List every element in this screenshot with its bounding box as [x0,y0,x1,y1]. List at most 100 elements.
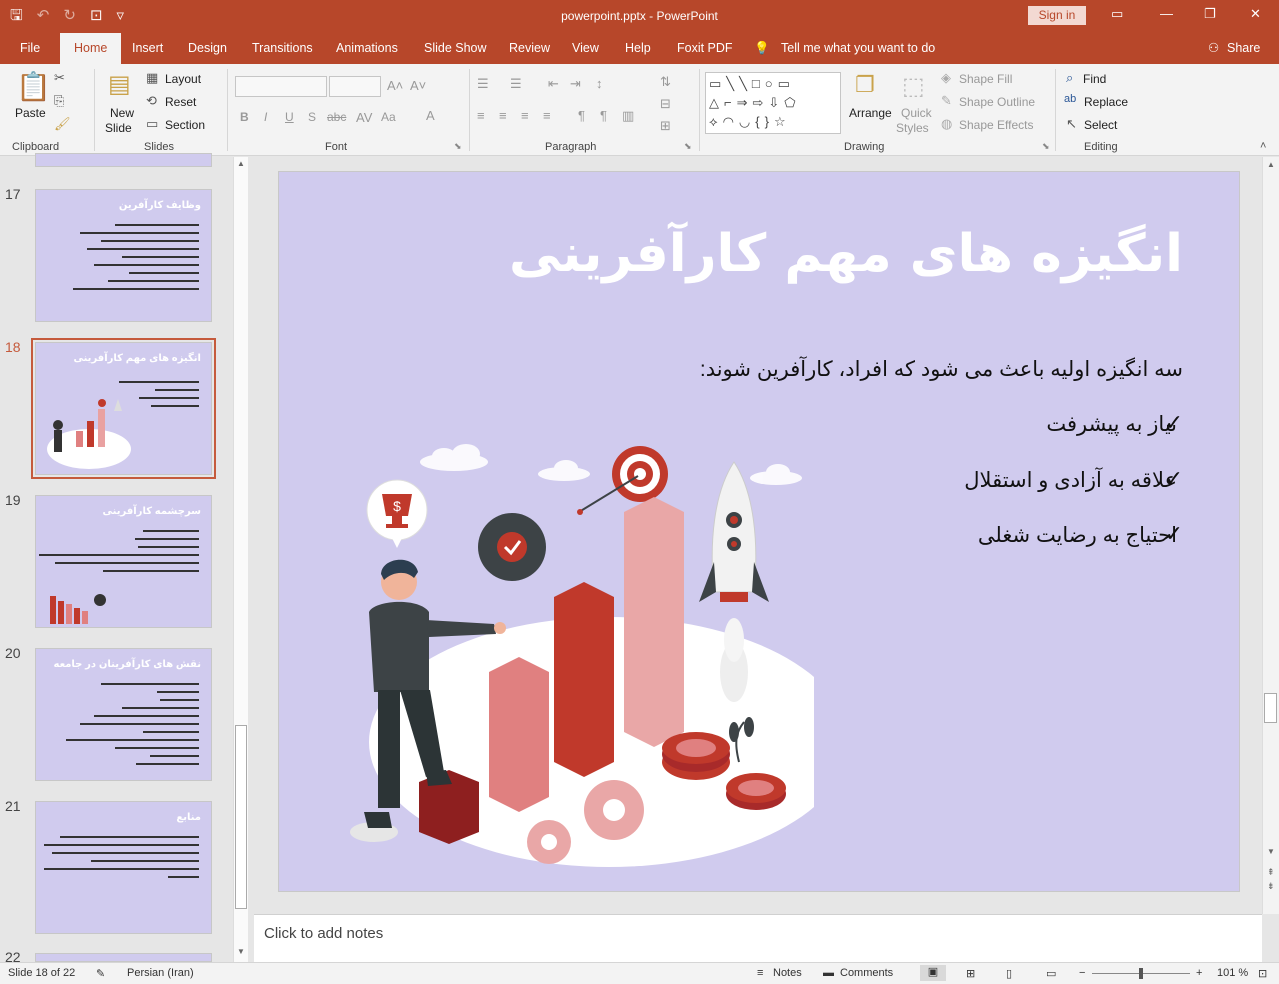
zoom-level[interactable]: 101 % [1217,967,1248,979]
bullet-item[interactable]: نیاز به پیشرفت [1046,412,1177,437]
tab-insert[interactable]: Insert [132,33,163,64]
sign-in-button[interactable]: Sign in [1028,6,1086,25]
italic-button[interactable]: I [264,110,267,124]
dialog-launcher-icon[interactable]: ⬊ [684,141,692,152]
replace-button[interactable]: Replace [1084,95,1128,109]
new-slide-label-2[interactable]: Slide [105,121,132,135]
scroll-up-icon[interactable]: ▲ [1267,160,1275,169]
tab-file[interactable]: File [20,33,40,64]
shape-effects-button[interactable]: Shape Effects [959,118,1034,132]
slide-scrollbar[interactable]: ▲ ▼ ⇞ ⇟ [1262,157,1279,914]
slideshow-icon[interactable]: ▭ [1046,967,1056,980]
underline-button[interactable]: U [285,110,294,124]
scroll-down-icon[interactable]: ▼ [1267,847,1275,856]
tab-foxit-pdf[interactable]: Foxit PDF [677,33,733,64]
zoom-slider-thumb[interactable] [1139,968,1143,979]
minimize-button[interactable]: — [1160,6,1173,21]
notes-button[interactable]: Notes [773,967,802,979]
slide-thumbnail-21[interactable]: منابع [35,801,212,934]
format-painter-icon[interactable]: 🖌 [54,116,71,132]
quick-styles-label-2[interactable]: Styles [896,121,929,135]
reading-view-icon[interactable]: ▯ [1006,967,1012,980]
zoom-out-icon[interactable]: − [1079,967,1085,979]
align-text-icon[interactable]: ⊟ [660,96,671,112]
arrange-icon[interactable]: ❐ [855,72,875,98]
zoom-in-icon[interactable]: + [1196,967,1202,979]
bold-button[interactable]: B [240,110,249,124]
decrease-indent-icon[interactable]: ⇤ [548,76,559,92]
tab-view[interactable]: View [572,33,599,64]
increase-font-icon[interactable]: A˄ [387,78,403,93]
dialog-launcher-icon[interactable]: ⬊ [454,141,462,152]
next-slide-icon[interactable]: ⇟ [1267,881,1275,892]
align-center-icon[interactable]: ≡ [499,108,507,123]
arrange-button[interactable]: Arrange [849,106,892,120]
quick-styles-label-1[interactable]: Quick [901,106,932,120]
section-button[interactable]: Section [165,118,205,132]
dialog-launcher-icon[interactable]: ⬊ [1042,141,1050,152]
current-slide[interactable]: انگیزه های مهم کارآفرینی سه انگیزه اولیه… [278,171,1240,892]
notes-pane[interactable]: Click to add notes [254,914,1262,962]
scroll-up-icon[interactable]: ▲ [237,159,245,168]
rtl-icon[interactable]: ¶ [578,108,585,123]
bullet-item[interactable]: علاقه به آزادی و استقلال [964,468,1177,493]
tell-me-search[interactable]: Tell me what you want to do [781,33,935,64]
select-button[interactable]: Select [1084,118,1117,132]
align-right-icon[interactable]: ≡ [521,108,529,123]
cut-icon[interactable]: ✂ [54,70,65,86]
notes-placeholder[interactable]: Click to add notes [264,925,383,942]
numbering-icon[interactable]: ☰ [510,76,522,92]
font-size-combo[interactable] [329,76,381,97]
share-button[interactable]: Share [1227,33,1260,64]
shapes-gallery[interactable]: ▭╲╲□○▭ △⌐⇒⇨⇩⬠ ⟡◠◡{}☆ [705,72,841,134]
find-button[interactable]: Find [1083,72,1106,86]
slide-thumbnail-17[interactable]: وظایف کارآفرین [35,189,212,322]
previous-slide-icon[interactable]: ⇞ [1267,867,1275,878]
paste-button[interactable]: Paste [15,106,46,120]
slide-title[interactable]: انگیزه های مهم کارآفرینی [509,224,1183,284]
slide-subtitle[interactable]: سه انگیزه اولیه باعث می شود که افراد، کا… [700,357,1183,382]
shape-outline-button[interactable]: Shape Outline [959,95,1035,109]
new-slide-icon[interactable]: ▤ [108,70,131,99]
smartart-icon[interactable]: ⊞ [660,118,671,134]
tab-design[interactable]: Design [188,33,227,64]
slide-thumbnail-16[interactable] [35,153,212,167]
layout-button[interactable]: Layout [165,72,201,86]
close-button[interactable]: ✕ [1250,6,1261,22]
quick-styles-icon[interactable]: ⬚ [902,72,925,101]
justify-icon[interactable]: ≡ [543,108,551,123]
slide-sorter-icon[interactable]: ⊞ [966,967,975,980]
align-left-icon[interactable]: ≡ [477,108,485,123]
text-direction-icon[interactable]: ⇅ [660,74,671,90]
tab-transitions[interactable]: Transitions [252,33,313,64]
tab-review[interactable]: Review [509,33,550,64]
slide-thumbnail-20[interactable]: نقش های کارآفرینان در جامعه [35,648,212,781]
scroll-down-icon[interactable]: ▼ [237,947,245,956]
thumbnails-scrollbar[interactable]: ▲ ▼ [233,157,248,962]
slide-thumbnail-19[interactable]: سرچشمه کارآفرینی [35,495,212,628]
normal-view-icon[interactable]: ▣ [920,965,946,981]
bullets-icon[interactable]: ☰ [477,76,489,92]
bullet-item[interactable]: احتیاج به رضایت شغلی [978,523,1177,548]
decrease-font-icon[interactable]: A˅ [410,78,426,93]
paste-icon[interactable]: 📋 [16,70,51,103]
ribbon-display-options-icon[interactable]: ▭ [1111,6,1123,22]
line-spacing-icon[interactable]: ↕ [596,76,603,91]
font-color-icon[interactable]: A [426,108,435,123]
spell-check-icon[interactable]: ✎ [96,967,105,980]
copy-icon[interactable]: ⎘ [54,93,64,109]
font-name-combo[interactable] [235,76,327,97]
slide-thumbnail-22[interactable] [35,953,212,962]
strikethrough-button[interactable]: abc [327,110,346,124]
language-indicator[interactable]: Persian (Iran) [127,967,194,979]
comments-button[interactable]: Comments [840,967,893,979]
tab-home[interactable]: Home [60,33,122,64]
tab-help[interactable]: Help [625,33,651,64]
tab-slide-show[interactable]: Slide Show [424,33,487,64]
increase-indent-icon[interactable]: ⇥ [570,76,581,92]
shadow-button[interactable]: S [308,110,316,124]
scrollbar-thumb[interactable] [235,725,247,909]
restore-button[interactable]: ❐ [1204,6,1216,22]
reset-button[interactable]: Reset [165,95,196,109]
shape-fill-button[interactable]: Shape Fill [959,72,1012,86]
